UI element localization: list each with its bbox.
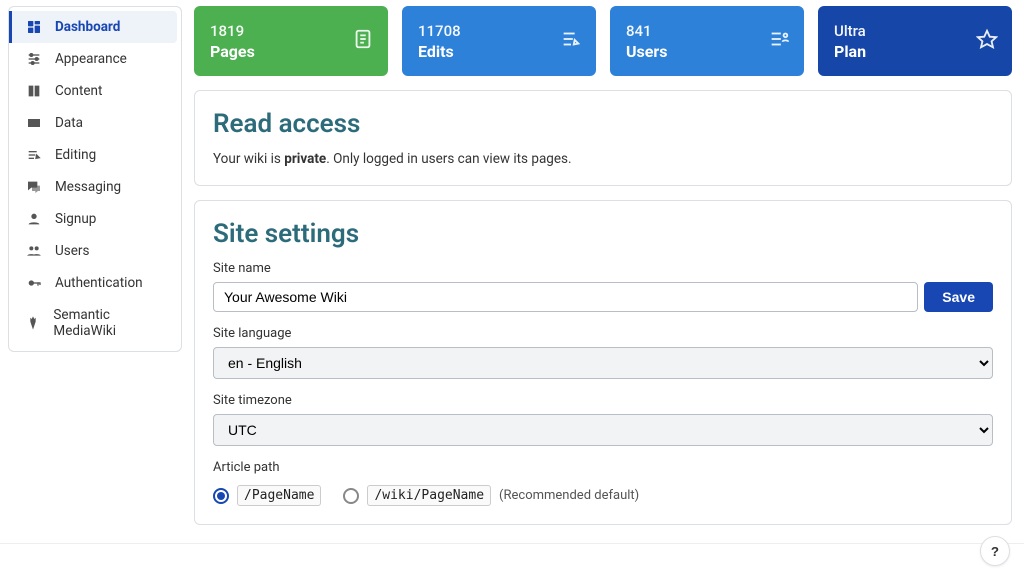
sidebar-item-users[interactable]: Users xyxy=(13,235,177,267)
radio-icon xyxy=(213,488,229,504)
sidebar-item-messaging[interactable]: Messaging xyxy=(13,171,177,203)
article-path-option-short[interactable]: /PageName xyxy=(213,485,321,506)
article-path-options: /PageName /wiki/PageName (Recommended de… xyxy=(213,485,993,506)
stat-users-value: 841 xyxy=(626,22,788,40)
article-path-label: Article path xyxy=(213,460,993,475)
site-settings-heading: Site settings xyxy=(213,219,993,249)
sidebar-item-label: Data xyxy=(55,115,83,131)
site-timezone-select[interactable]: UTC xyxy=(213,414,993,446)
sidebar-item-label: Semantic MediaWiki xyxy=(53,307,165,339)
save-button[interactable]: Save xyxy=(924,282,993,312)
footer-divider xyxy=(0,543,1024,544)
sidebar-item-label: Dashboard xyxy=(55,19,120,35)
edit-list-icon xyxy=(560,28,582,54)
stat-edits-label: Edits xyxy=(418,42,580,61)
read-access-heading: Read access xyxy=(213,109,993,139)
sidebar-item-data[interactable]: Data xyxy=(13,107,177,139)
sidebar-item-content[interactable]: Content xyxy=(13,75,177,107)
stat-tiles: 1819 Pages 11708 Edits 841 Users xyxy=(194,6,1012,76)
stat-pages-value: 1819 xyxy=(210,22,372,40)
stat-pages-label: Pages xyxy=(210,42,372,61)
stat-plan[interactable]: Ultra Plan xyxy=(818,6,1012,76)
stat-plan-value: Ultra xyxy=(834,22,996,40)
auth-icon xyxy=(25,275,43,291)
sidebar-item-label: Users xyxy=(55,243,89,259)
site-name-input[interactable] xyxy=(213,282,918,312)
read-access-panel: Read access Your wiki is private. Only l… xyxy=(194,90,1012,186)
site-name-label: Site name xyxy=(213,261,993,276)
stat-edits-value: 11708 xyxy=(418,22,580,40)
sidebar-item-label: Authentication xyxy=(55,275,143,291)
article-path-value-wiki: /wiki/PageName xyxy=(367,485,491,506)
sidebar-item-label: Appearance xyxy=(55,51,127,67)
stat-users[interactable]: 841 Users xyxy=(610,6,804,76)
users-icon xyxy=(25,243,43,259)
sidebar-item-editing[interactable]: Editing xyxy=(13,139,177,171)
semantic-icon xyxy=(25,315,41,331)
stat-pages[interactable]: 1819 Pages xyxy=(194,6,388,76)
appearance-icon xyxy=(25,51,43,67)
stat-users-label: Users xyxy=(626,42,788,61)
star-icon xyxy=(976,28,998,54)
content-icon xyxy=(25,83,43,99)
stat-plan-label: Plan xyxy=(834,42,996,61)
sidebar-item-dashboard[interactable]: Dashboard xyxy=(9,11,177,43)
document-icon xyxy=(352,28,374,54)
site-timezone-label: Site timezone xyxy=(213,393,993,408)
article-path-option-wiki[interactable]: /wiki/PageName (Recommended default) xyxy=(343,485,639,506)
data-icon xyxy=(25,115,43,131)
signup-icon xyxy=(25,211,43,227)
sidebar-item-semantic-mediawiki[interactable]: Semantic MediaWiki xyxy=(13,299,177,347)
site-language-label: Site language xyxy=(213,326,993,341)
article-path-hint: (Recommended default) xyxy=(499,488,639,503)
stat-edits[interactable]: 11708 Edits xyxy=(402,6,596,76)
radio-icon xyxy=(343,488,359,504)
dashboard-icon xyxy=(25,19,43,35)
article-path-value-short: /PageName xyxy=(237,485,321,506)
sidebar: Dashboard Appearance Content Data Editing Mes… xyxy=(8,6,182,352)
sidebar-item-label: Signup xyxy=(55,211,96,227)
messaging-icon xyxy=(25,179,43,195)
help-button[interactable]: ? xyxy=(980,536,1010,566)
sidebar-item-label: Editing xyxy=(55,147,96,163)
main-content: 1819 Pages 11708 Edits 841 Users xyxy=(194,6,1016,576)
sidebar-item-label: Content xyxy=(55,83,102,99)
sidebar-item-signup[interactable]: Signup xyxy=(13,203,177,235)
sidebar-item-authentication[interactable]: Authentication xyxy=(13,267,177,299)
editing-icon xyxy=(25,147,43,163)
site-settings-panel: Site settings Site name Save Site langua… xyxy=(194,200,1012,525)
read-access-text: Your wiki is private. Only logged in use… xyxy=(213,151,993,167)
site-language-select[interactable]: en - English xyxy=(213,347,993,379)
user-list-icon xyxy=(768,28,790,54)
sidebar-item-label: Messaging xyxy=(55,179,121,195)
sidebar-item-appearance[interactable]: Appearance xyxy=(13,43,177,75)
